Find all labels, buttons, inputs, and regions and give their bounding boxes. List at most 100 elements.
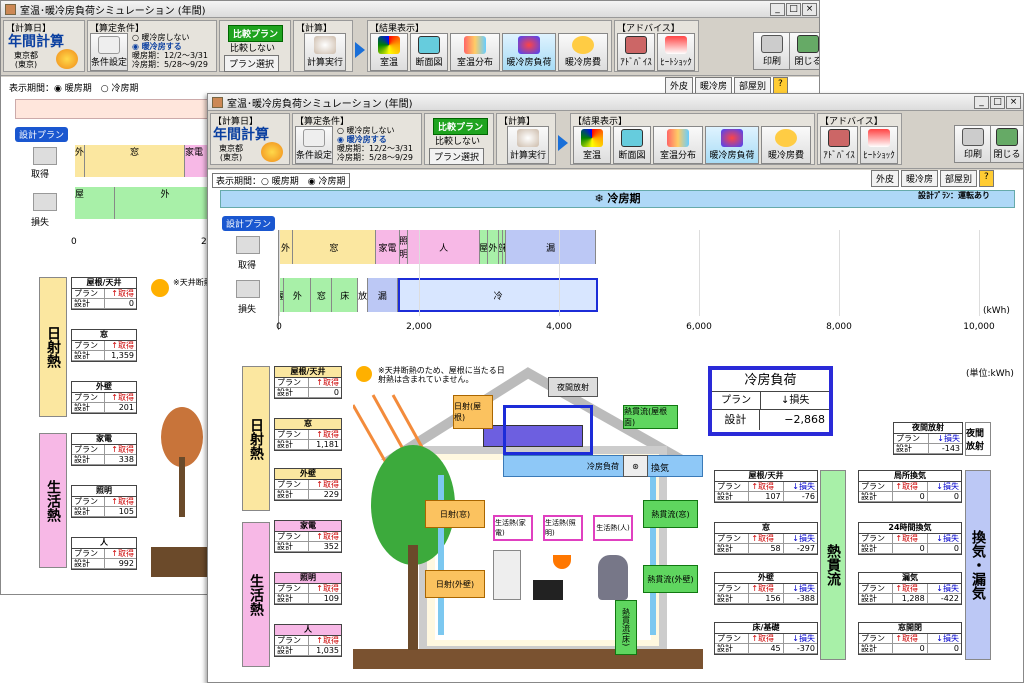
compare-plan-button[interactable]: 比較プラン (228, 25, 284, 42)
tab-rooms[interactable]: 部屋別 (940, 170, 978, 187)
table-title: 窓 (275, 419, 341, 430)
result-section-button[interactable]: 断面図 (410, 33, 448, 71)
result-load-button[interactable]: 暖冷房負荷 (502, 33, 556, 71)
night-radiation-category: 夜間放射 (965, 422, 991, 456)
no-compare[interactable]: 比較しない (230, 41, 275, 54)
col-gain: ↑取得 (749, 634, 784, 643)
heatshock-button[interactable]: ﾋｰﾄｼｮｯｸ (860, 126, 898, 164)
help-button[interactable]: ? (773, 77, 788, 94)
table-value: 109 (323, 594, 339, 603)
col-gain: ↑取得 (316, 430, 339, 439)
axis-unit: (kWh) (983, 306, 1010, 316)
row-label: プラン (715, 634, 750, 643)
result-load-button[interactable]: 暖冷房負荷 (705, 126, 759, 164)
compare-plan-button[interactable]: 比較プラン (433, 118, 489, 135)
col-gain: ↑取得 (111, 393, 134, 402)
tab-hvac[interactable]: 暖冷房 (695, 77, 733, 94)
solar-life-table-0: 屋根/天井 プラン ↑取得 設計 0 (274, 366, 342, 399)
close-button[interactable]: 閉じる (990, 125, 1023, 163)
result-room-temp-button[interactable]: 室温 (573, 126, 611, 164)
heat-period: 暖房期：12/2～3/31 (132, 51, 208, 60)
close-window-button[interactable]: × (802, 2, 817, 16)
table-value: 338 (118, 455, 134, 464)
result-section-button[interactable]: 断面図 (613, 126, 651, 164)
table-row: プラン ↑取得 (275, 480, 341, 490)
grid-line (699, 230, 700, 316)
maximize-button[interactable]: □ (786, 2, 801, 16)
solar-life-table-5: 人プラン ↑取得 設計 1,035 (274, 624, 342, 657)
sun-globe-icon[interactable] (261, 142, 283, 162)
result-group: 【結果表示】 室温 断面図 室温分布 暖冷房負荷 暖冷房費 (570, 113, 815, 165)
row-label: プラン (275, 480, 309, 489)
view-tabs: 外皮 暖冷房 部屋別 ? (871, 170, 994, 187)
minimize-button[interactable]: _ (770, 2, 785, 16)
col-gain: ↑取得 (111, 497, 134, 506)
ac-highlight-box (503, 405, 593, 455)
col-gain: ↑取得 (111, 445, 134, 454)
tab-envelope[interactable]: 外皮 (871, 170, 900, 187)
print-button[interactable]: 印刷 (954, 125, 992, 163)
result-room-temp-button[interactable]: 室温 (370, 33, 408, 71)
row-label: プラン (859, 634, 894, 643)
radio-no-hvac[interactable]: ○ 暖冷房しない (132, 33, 208, 42)
row-label: プラン (72, 497, 105, 506)
table-row: 設計 0 (72, 299, 136, 309)
row-label: プラン (72, 289, 105, 298)
title-bar: 室温･暖冷房負荷シミュレーション (年間) _ □ × (1, 1, 819, 18)
maximize-button[interactable]: □ (990, 95, 1005, 109)
tab-envelope[interactable]: 外皮 (665, 77, 694, 94)
loss-value: -297 (796, 544, 815, 553)
radio-heating[interactable]: ◉ 暖房期 (54, 84, 92, 94)
minimize-button[interactable]: _ (974, 95, 989, 109)
calc-exec-button[interactable]: 計算実行 (304, 33, 346, 71)
col-loss: ↓損失 (936, 534, 959, 543)
compare-group: 比較プラン 比較しない プラン選択 (424, 113, 494, 165)
close-button[interactable]: 閉じる (789, 32, 819, 70)
ground-strip (151, 547, 211, 577)
bar-segment: 窓 (293, 230, 376, 264)
row-label: プラン (72, 549, 105, 558)
tab-rooms[interactable]: 部屋別 (734, 77, 772, 94)
result-distribution-button[interactable]: 室温分布 (450, 33, 500, 71)
table-value: 0 (333, 388, 339, 397)
period-selector: 表示期間：◉ 暖房期 ○ 冷房期 (9, 84, 139, 94)
night-radiation-arrow: 夜間放射 (548, 377, 598, 397)
plan-select-button[interactable]: プラン選択 (429, 148, 485, 165)
radio-hvac[interactable]: ◉ 暖冷房する (132, 42, 208, 51)
condition-settings-button[interactable]: 条件設定 (90, 33, 128, 71)
close-window-button[interactable]: × (1006, 95, 1021, 109)
heatshock-button[interactable]: ﾋｰﾄｼｮｯｸ (657, 33, 695, 71)
fridge-icon (493, 550, 521, 600)
row-label: プラン (275, 430, 309, 439)
rainbow-icon (581, 129, 603, 147)
help-button[interactable]: ? (979, 170, 994, 187)
table-title: 人 (72, 538, 136, 549)
no-compare[interactable]: 比較しない (435, 134, 480, 147)
result-distribution-button[interactable]: 室温分布 (653, 126, 703, 164)
calc-exec-button[interactable]: 計算実行 (507, 126, 549, 164)
load-col-loss: ↓損失 (780, 395, 810, 406)
table-row: プラン ↑取得 ↓損失 (859, 534, 961, 544)
plan-badge: 設計プラン (222, 216, 276, 231)
sun-globe-icon[interactable] (56, 49, 78, 69)
table-row: プラン ↑取得 (275, 584, 341, 594)
radio-cooling[interactable]: ◉ 冷房期 (308, 177, 346, 187)
plan-select-button[interactable]: プラン選択 (224, 55, 280, 72)
printer-icon (761, 35, 783, 53)
heat-period: 暖房期：12/2～3/31 (337, 144, 413, 153)
settings-icon (303, 129, 325, 147)
radio-cooling[interactable]: ○ 冷房期 (101, 84, 139, 94)
calc-mode: 年間計算 (8, 34, 64, 50)
advice-button[interactable]: ｱﾄﾞﾊﾞｲｽ (617, 33, 655, 71)
radio-heating[interactable]: ○ 暖房期 (261, 177, 299, 187)
radio-no-hvac[interactable]: ○ 暖冷房しない (337, 126, 413, 135)
print-button[interactable]: 印刷 (753, 32, 791, 70)
rainbow-icon (378, 36, 400, 54)
radio-hvac[interactable]: ◉ 暖冷房する (337, 135, 413, 144)
condition-settings-button[interactable]: 条件設定 (295, 126, 333, 164)
tab-hvac[interactable]: 暖冷房 (901, 170, 939, 187)
advice-button[interactable]: ｱﾄﾞﾊﾞｲｽ (820, 126, 858, 164)
result-cost-button[interactable]: 暖冷房費 (558, 33, 608, 71)
toolbar: 【計算日】 年間計算 東京都 (東京) 【算定条件】 条件設定 ○ 暖冷房しない … (1, 18, 819, 76)
result-cost-button[interactable]: 暖冷房費 (761, 126, 811, 164)
